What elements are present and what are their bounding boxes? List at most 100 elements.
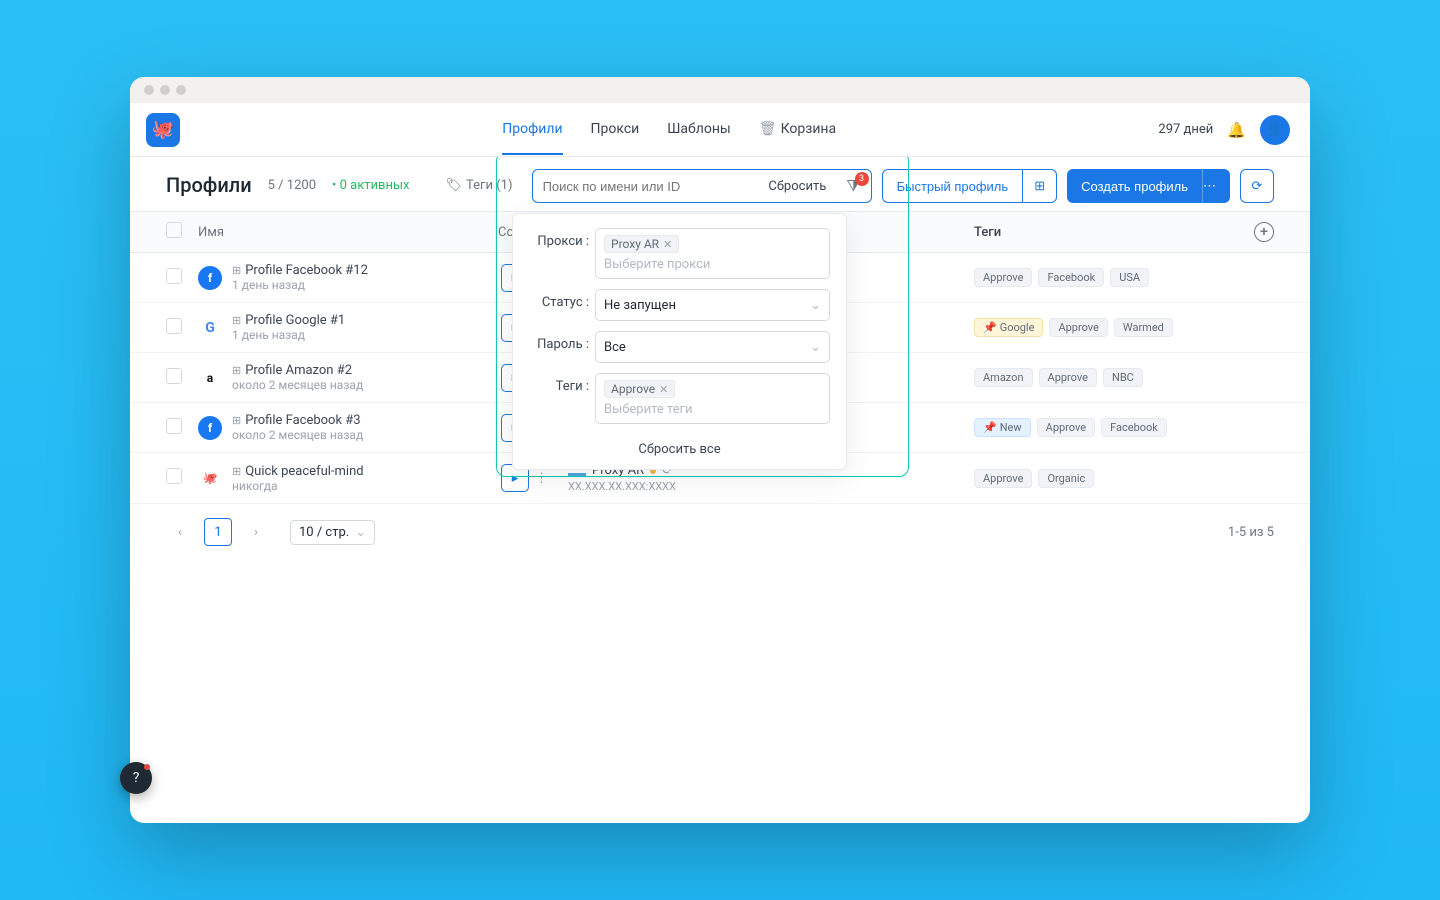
filter-password-select[interactable]: Все ⌄: [595, 331, 830, 363]
profile-count: 5 / 1200: [268, 178, 316, 193]
nav-profiles[interactable]: Профили: [502, 105, 562, 155]
column-tags: Теги: [974, 225, 1001, 240]
tag-badge[interactable]: Approve: [1039, 368, 1097, 387]
filter-popover: Прокси : Proxy AR✕ Выберите прокси Стату…: [512, 213, 847, 470]
profile-name[interactable]: Profile Google #1: [245, 313, 345, 328]
close-icon[interactable]: ✕: [659, 383, 668, 396]
pin-icon: 📌: [983, 321, 997, 334]
tag-badge[interactable]: Facebook: [1038, 268, 1104, 287]
tag-badge[interactable]: Approve: [974, 469, 1032, 488]
tags-cell: Approve Facebook USA: [974, 268, 1274, 287]
tags-cell: 📌New Approve Facebook: [974, 418, 1274, 437]
pin-icon: 📌: [983, 421, 997, 434]
windows-icon: ⊞: [232, 364, 241, 377]
tag-badge[interactable]: Warmed: [1114, 318, 1173, 337]
tag-badge[interactable]: Approve: [974, 268, 1032, 287]
nav-templates[interactable]: Шаблоны: [667, 105, 731, 155]
create-profile-button[interactable]: Создать профиль: [1067, 169, 1202, 203]
windows-icon: ⊞: [232, 314, 241, 327]
next-page[interactable]: ›: [242, 518, 270, 546]
bell-icon[interactable]: 🔔: [1227, 121, 1246, 139]
page-title: Профили: [166, 173, 252, 197]
search-box: Сбросить ⧩ 3: [532, 169, 872, 203]
page-content: Профили 5 / 1200 • 0 активных 🏷Теги (1) …: [130, 157, 1310, 823]
prev-page[interactable]: ‹: [166, 518, 194, 546]
filter-badge: 3: [855, 172, 869, 186]
pagination: ‹ 1 › 10 / стр.⌄ 1-5 из 5: [130, 504, 1310, 560]
nav-proxy[interactable]: Прокси: [591, 105, 640, 155]
tag-icon: 🏷: [445, 178, 462, 193]
profile-app-icon: f: [198, 266, 222, 290]
tag-badge[interactable]: NBC: [1103, 368, 1143, 387]
chevron-down-icon: ⌄: [355, 525, 366, 540]
row-checkbox[interactable]: [166, 268, 182, 284]
tag-chip[interactable]: Approve✕: [604, 380, 675, 398]
profile-updated: около 2 месяцев назад: [232, 378, 363, 392]
search-input[interactable]: [533, 179, 759, 194]
quick-profile-platform[interactable]: ⊞: [1023, 169, 1057, 203]
windows-icon: ⊞: [232, 465, 241, 478]
topbar-right: 297 дней 🔔 👤: [1158, 115, 1290, 145]
nav-trash[interactable]: 🗑Корзина: [759, 105, 836, 155]
column-name[interactable]: Имя: [198, 225, 498, 240]
profile-name[interactable]: Profile Facebook #3: [245, 413, 360, 428]
tag-badge[interactable]: USA: [1110, 268, 1149, 287]
tag-badge[interactable]: 📌New: [974, 418, 1031, 437]
filter-tags-label: Теги :: [529, 373, 595, 394]
page-size-select[interactable]: 10 / стр. ⌄: [290, 520, 375, 545]
select-all-checkbox[interactable]: [166, 222, 182, 238]
filter-status-select[interactable]: Не запущен ⌄: [595, 289, 830, 321]
profile-name[interactable]: Profile Amazon #2: [245, 363, 352, 378]
main-nav: Профили Прокси Шаблоны 🗑Корзина: [502, 105, 836, 155]
proxy-chip-label: Proxy AR: [611, 237, 659, 251]
app-window: 🐙 Профили Прокси Шаблоны 🗑Корзина 297 дн…: [130, 77, 1310, 823]
row-checkbox[interactable]: [166, 418, 182, 434]
add-tag-column[interactable]: +: [1254, 222, 1274, 242]
row-checkbox[interactable]: [166, 368, 182, 384]
profile-name[interactable]: Profile Facebook #12: [245, 263, 368, 278]
filter-proxy-field[interactable]: Proxy AR ✕ Выберите прокси: [595, 228, 830, 279]
active-count-text: 0 активных: [340, 178, 410, 193]
days-remaining: 297 дней: [1158, 122, 1213, 137]
nav-trash-label: Корзина: [781, 121, 837, 137]
tag-badge[interactable]: 📌Google: [974, 318, 1043, 337]
user-avatar[interactable]: 👤: [1260, 115, 1290, 145]
page-size-value: 10 / стр.: [299, 525, 349, 540]
help-fab[interactable]: ?: [120, 762, 152, 794]
refresh-button[interactable]: ⟳: [1240, 169, 1274, 203]
reset-all-filters[interactable]: Сбросить все: [529, 434, 830, 459]
tag-badge[interactable]: Approve: [1037, 418, 1095, 437]
page-1[interactable]: 1: [204, 518, 232, 546]
row-checkbox[interactable]: [166, 318, 182, 334]
top-bar: 🐙 Профили Прокси Шаблоны 🗑Корзина 297 дн…: [130, 103, 1310, 157]
tag-badge[interactable]: Amazon: [974, 368, 1033, 387]
windows-icon: ⊞: [1034, 178, 1045, 194]
filter-tags-field[interactable]: Approve✕ Выберите теги: [595, 373, 830, 424]
proxy-placeholder: Выберите прокси: [604, 257, 821, 272]
create-profile-more[interactable]: ⋯: [1202, 169, 1230, 203]
proxy-address: XX.XXX.XX.XXX:XXXX: [568, 480, 676, 493]
tag-badge[interactable]: Organic: [1038, 469, 1094, 488]
reset-search[interactable]: Сбросить: [758, 179, 836, 194]
quick-profile-button[interactable]: Быстрый профиль: [882, 169, 1024, 203]
profile-name[interactable]: Quick peaceful-mind: [245, 464, 363, 479]
proxy-chip[interactable]: Proxy AR ✕: [604, 235, 679, 253]
filter-password-label: Пароль :: [529, 331, 595, 352]
tags-cell: Amazon Approve NBC: [974, 368, 1274, 387]
row-checkbox[interactable]: [166, 468, 182, 484]
windows-icon: ⊞: [232, 414, 241, 427]
status-value: Не запущен: [604, 298, 676, 313]
tags-cell: 📌Google Approve Warmed: [974, 318, 1274, 337]
tags-cell: Approve Organic: [974, 469, 1274, 488]
windows-icon: ⊞: [232, 264, 241, 277]
tags-placeholder: Выберите теги: [604, 402, 821, 417]
tag-badge[interactable]: Approve: [1049, 318, 1107, 337]
profile-updated: никогда: [232, 479, 364, 493]
profile-updated: около 2 месяцев назад: [232, 428, 363, 442]
filter-icon-button[interactable]: ⧩ 3: [836, 176, 870, 196]
tags-filter-link[interactable]: 🏷Теги (1): [445, 178, 512, 193]
row-menu[interactable]: ⋮: [535, 471, 548, 486]
close-icon[interactable]: ✕: [663, 238, 672, 251]
profile-updated: 1 день назад: [232, 328, 345, 342]
tag-badge[interactable]: Facebook: [1101, 418, 1167, 437]
